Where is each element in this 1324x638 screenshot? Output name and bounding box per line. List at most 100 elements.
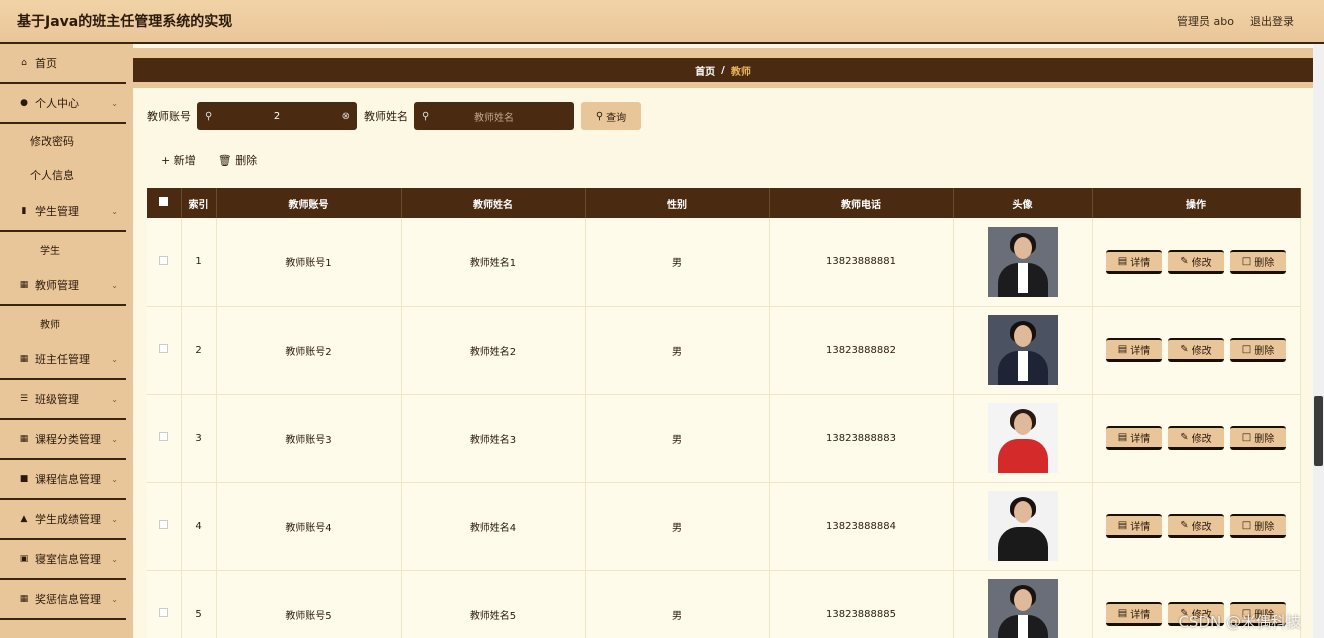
query-button[interactable]: ⚲ 查询 (581, 102, 641, 130)
cell-actions: ▤ 详情 ✎ 修改 □ 删除 (1092, 482, 1301, 571)
sidebar-item-label: 班主任管理 (35, 353, 90, 366)
col-header-index: 索引 (181, 188, 217, 218)
sidebar-item-reward-mgmt[interactable]: ▦ 奖惩信息管理 ⌄ (0, 580, 126, 620)
sidebar-item-label: 教师管理 (35, 279, 79, 292)
cell-index: 3 (181, 394, 217, 483)
account-search-value: 2 (273, 110, 281, 122)
document-icon: ▤ (1117, 255, 1128, 267)
chevron-down-icon: ⌄ (111, 594, 118, 604)
detail-button[interactable]: ▤ 详情 (1106, 249, 1162, 274)
edit-button[interactable]: ✎ 修改 (1168, 514, 1224, 538)
cell-phone: 13823888885 (769, 570, 954, 638)
select-all-checkbox[interactable] (159, 197, 169, 206)
sidebar-item-label: 首页 (35, 57, 57, 70)
sidebar-item-teacher-mgmt[interactable]: ▦ 教师管理 ⌄ (0, 266, 126, 306)
detail-button[interactable]: ▤ 详情 (1106, 514, 1162, 538)
delete-button[interactable]: □ 删除 (1230, 249, 1286, 274)
name-search-input[interactable]: ⚲ 教师姓名 (414, 102, 574, 130)
delete-button-label: 删除 (1254, 257, 1275, 269)
row-checkbox[interactable] (159, 255, 169, 265)
row-checkbox[interactable] (159, 432, 169, 441)
trash-icon: □ (1241, 432, 1252, 443)
clear-icon[interactable]: ⊗ (342, 111, 350, 122)
delete-button[interactable]: □ 删除 (1230, 426, 1286, 450)
chevron-down-icon: ⌄ (111, 354, 118, 364)
edit-button[interactable]: ✎ 修改 (1168, 249, 1224, 274)
detail-button-label: 详情 (1130, 434, 1151, 445)
trash-icon: □ (1241, 344, 1252, 355)
sidebar-item-personal[interactable]: ● 个人中心 ⌄ (0, 84, 126, 124)
scrollbar[interactable] (1313, 44, 1324, 638)
scroll-thumb[interactable] (1314, 396, 1323, 466)
delete-button[interactable]: □ 删除 (1230, 514, 1286, 538)
logout-link[interactable]: 退出登录 (1250, 13, 1294, 29)
col-header-name: 教师姓名 (401, 188, 586, 218)
col-header-account: 教师账号 (216, 188, 402, 218)
delete-button[interactable]: □ 删除 (1230, 338, 1286, 362)
sidebar-item-label: 寝室信息管理 (35, 553, 101, 566)
row-actions: ▤ 详情 ✎ 修改 □ 删除 (1093, 514, 1300, 538)
sidebar-item-headteacher-mgmt[interactable]: ▦ 班主任管理 ⌄ (0, 340, 126, 380)
app-title: 基于Java的班主任管理系统的实现 (17, 14, 233, 30)
row-select-cell[interactable] (147, 482, 182, 571)
chevron-down-icon: ⌄ (111, 98, 118, 108)
detail-button[interactable]: ▤ 详情 (1106, 338, 1162, 362)
trash-icon: □ (1241, 255, 1252, 267)
row-checkbox[interactable] (159, 608, 169, 617)
row-select-cell[interactable] (147, 218, 182, 307)
grid-icon: ▦ (19, 594, 29, 604)
add-button[interactable]: + 新增 (161, 152, 196, 168)
sidebar-item-class-mgmt[interactable]: ☰ 班级管理 ⌄ (0, 380, 126, 420)
sidebar-item-course-info-mgmt[interactable]: ■ 课程信息管理 ⌄ (0, 460, 126, 500)
cell-avatar (953, 570, 1093, 638)
delete-button-label: 删除 (1254, 434, 1275, 445)
row-actions: ▤ 详情 ✎ 修改 □ 删除 (1093, 249, 1300, 274)
row-select-cell[interactable] (147, 394, 182, 483)
admin-label[interactable]: 管理员 abo (1177, 13, 1234, 29)
cell-account: 教师账号5 (216, 570, 402, 638)
col-header-avatar: 头像 (953, 188, 1093, 218)
sidebar-subitem-student[interactable]: 学生 (0, 232, 133, 266)
chevron-down-icon: ⌄ (111, 206, 118, 216)
edit-icon: ✎ (1180, 255, 1189, 267)
edit-button[interactable]: ✎ 修改 (1168, 338, 1224, 362)
briefcase-icon: ■ (19, 474, 29, 484)
search-icon: ⚲ (595, 110, 604, 122)
detail-button[interactable]: ▤ 详情 (1106, 602, 1162, 626)
row-select-cell[interactable] (147, 306, 182, 395)
cell-phone: 13823888883 (769, 394, 954, 483)
home-icon: ⌂ (21, 58, 27, 68)
edit-button-label: 修改 (1191, 522, 1212, 533)
sidebar-item-home[interactable]: ⌂ 首页 (0, 44, 126, 84)
sidebar-subitem-change-password[interactable]: 修改密码 (0, 124, 133, 158)
edit-icon: ✎ (1180, 344, 1189, 355)
row-checkbox[interactable] (159, 520, 169, 529)
cell-account: 教师账号4 (216, 482, 402, 571)
sidebar-subitem-teacher[interactable]: 教师 (0, 306, 133, 340)
sidebar-item-label: 学生成绩管理 (35, 513, 101, 526)
breadcrumb-wrap: 首页 / 教师 (133, 48, 1313, 88)
row-checkbox[interactable] (159, 344, 169, 353)
action-row: + 新增 🗑 删除 (161, 152, 257, 168)
cell-index: 1 (181, 218, 217, 307)
row-select-cell[interactable] (147, 570, 182, 638)
cell-gender: 男 (585, 394, 770, 483)
avatar (987, 491, 1058, 561)
edit-button[interactable]: ✎ 修改 (1168, 426, 1224, 450)
avatar (987, 226, 1058, 297)
breadcrumb-home[interactable]: 首页 (695, 63, 715, 78)
detail-button-label: 详情 (1130, 257, 1151, 269)
cell-index: 5 (181, 570, 217, 638)
sidebar-item-score-mgmt[interactable]: ▲ 学生成绩管理 ⌄ (0, 500, 126, 540)
sidebar-item-student-mgmt[interactable]: ▮ 学生管理 ⌄ (0, 192, 126, 232)
cell-name: 教师姓名2 (401, 306, 586, 395)
account-search-input[interactable]: ⚲ 2 ⊗ (197, 102, 357, 130)
sidebar-subitem-personal-info[interactable]: 个人信息 (0, 158, 133, 192)
cell-account: 教师账号1 (216, 218, 402, 307)
bulk-delete-button[interactable]: 🗑 删除 (218, 152, 257, 168)
account-label: 教师账号 (147, 110, 191, 123)
select-all-cell[interactable] (147, 188, 182, 218)
sidebar-item-course-cat-mgmt[interactable]: ▦ 课程分类管理 ⌄ (0, 420, 126, 460)
detail-button[interactable]: ▤ 详情 (1106, 426, 1162, 450)
sidebar-item-dorm-mgmt[interactable]: ▣ 寝室信息管理 ⌄ (0, 540, 126, 580)
